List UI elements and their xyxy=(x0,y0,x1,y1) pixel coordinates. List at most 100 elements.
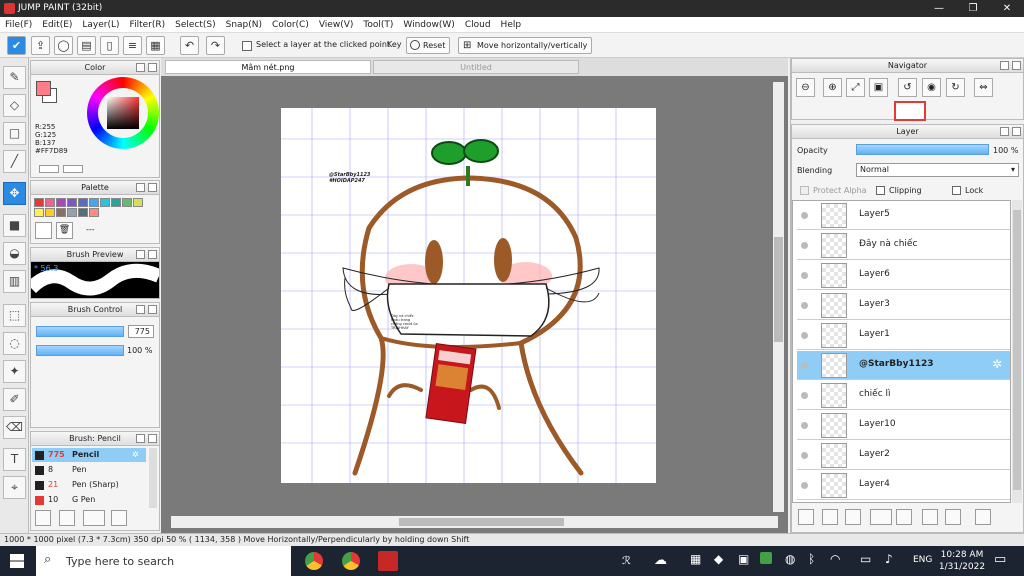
menu-view[interactable]: View(V) xyxy=(314,17,359,33)
palette-swatch[interactable] xyxy=(67,198,77,207)
panel-float-icon[interactable] xyxy=(1000,127,1009,136)
layer-opacity-slider[interactable] xyxy=(856,144,989,155)
select-layer-checkbox[interactable] xyxy=(242,41,252,51)
panel-float-icon[interactable] xyxy=(1000,61,1009,70)
new-raster-layer-icon[interactable] xyxy=(822,509,838,525)
palette-swatch[interactable] xyxy=(122,198,132,207)
layer-row[interactable]: Layer10 xyxy=(797,411,1010,440)
gradient-tool-icon[interactable]: ▥ xyxy=(3,270,26,293)
palette-swatch[interactable] xyxy=(133,198,143,207)
minimize-button[interactable]: — xyxy=(922,0,956,17)
brush-add-icon[interactable] xyxy=(35,510,51,526)
taskbar-search[interactable]: ⌕ Type here to search xyxy=(36,546,291,576)
folder-icon[interactable] xyxy=(896,509,912,525)
people-icon[interactable]: ℛ xyxy=(622,554,631,567)
tray-icon-3[interactable]: ▣ xyxy=(738,552,749,566)
panel-close-icon[interactable] xyxy=(148,250,157,259)
drawing-canvas[interactable]: @StarBby1123 #HOIDAP247 Đây nà chiếc khẩ… xyxy=(281,108,656,483)
volume-icon[interactable]: ♪ xyxy=(885,552,893,566)
cloud-icon[interactable]: ☁ xyxy=(654,553,667,568)
language-indicator[interactable]: ENG xyxy=(913,555,932,565)
palette-swatch[interactable] xyxy=(45,198,55,207)
panel-close-icon[interactable] xyxy=(1012,61,1021,70)
layer-list-scrollbar[interactable] xyxy=(1012,200,1022,503)
eyedropper-tool-icon[interactable]: ⌖ xyxy=(3,476,26,499)
visibility-icon[interactable] xyxy=(801,332,808,339)
color-mode-button[interactable] xyxy=(39,165,59,173)
main-color-swatch[interactable] xyxy=(36,81,51,96)
panel-float-icon[interactable] xyxy=(136,63,145,72)
brush-item-pencil[interactable]: 775 Pencil ✲ xyxy=(32,448,146,462)
rotate-left-icon[interactable]: ↺ xyxy=(898,78,917,97)
lock-checkbox[interactable] xyxy=(952,186,961,195)
menu-tool[interactable]: Tool(T) xyxy=(358,17,398,33)
tray-icon-2[interactable]: ◆ xyxy=(714,552,723,566)
rect-select-tool-icon[interactable]: □ xyxy=(3,122,26,145)
add-layer-menu-icon[interactable] xyxy=(870,509,892,525)
visibility-icon[interactable] xyxy=(801,452,808,459)
export-icon[interactable]: ⇪ xyxy=(31,36,50,55)
menu-help[interactable]: Help xyxy=(496,17,527,33)
layer-row[interactable]: Đây nà chiếc xyxy=(797,231,1010,260)
panel-float-icon[interactable] xyxy=(136,250,145,259)
brush-list-scrollbar[interactable] xyxy=(149,448,157,508)
tab-untitled[interactable]: Untitled xyxy=(373,60,579,74)
eraser-tool-icon[interactable]: ◇ xyxy=(3,94,26,117)
menu-select[interactable]: Select(S) xyxy=(170,17,221,33)
bucket-tool-icon[interactable]: ◒ xyxy=(3,242,26,265)
blending-select[interactable]: Normal ▾ xyxy=(856,163,1019,177)
menu-filter[interactable]: Filter(R) xyxy=(125,17,171,33)
brush-size-slider[interactable] xyxy=(36,326,124,337)
saturation-value-box[interactable] xyxy=(107,97,139,129)
brush-item-g-pen[interactable]: 10 G Pen xyxy=(32,493,146,507)
windows-start-icon[interactable] xyxy=(10,554,24,568)
tray-icon-5[interactable]: ◍ xyxy=(785,552,795,566)
delete-layer-icon[interactable] xyxy=(975,509,991,525)
visibility-icon[interactable] xyxy=(801,422,808,429)
visibility-icon[interactable] xyxy=(801,362,808,369)
visibility-icon[interactable] xyxy=(801,272,808,279)
layer-row[interactable]: Layer6 xyxy=(797,261,1010,290)
panel-close-icon[interactable] xyxy=(148,63,157,72)
palette-swatch[interactable] xyxy=(45,208,55,217)
list-icon[interactable]: ≡ xyxy=(123,36,142,55)
new-palette-icon[interactable] xyxy=(35,222,52,239)
reset-button[interactable]: Reset xyxy=(406,37,451,54)
layer-row[interactable]: chiếc lì xyxy=(797,381,1010,410)
menu-edit[interactable]: Edit(E) xyxy=(37,17,77,33)
select-eraser-tool-icon[interactable]: ⌫ xyxy=(3,416,26,439)
fill-rect-tool-icon[interactable]: ■ xyxy=(3,214,26,237)
visibility-icon[interactable] xyxy=(801,242,808,249)
layer-row[interactable]: Layer4 xyxy=(797,471,1010,500)
brush-item-pen[interactable]: 8 Pen xyxy=(32,463,146,477)
brush-menu-icon[interactable] xyxy=(83,510,105,526)
text-tool-icon[interactable]: T xyxy=(3,448,26,471)
gear-icon[interactable]: ✲ xyxy=(992,357,1002,371)
protect-alpha-checkbox[interactable] xyxy=(800,186,809,195)
hue-ring[interactable] xyxy=(87,77,159,149)
palette-swatch[interactable] xyxy=(56,208,66,217)
undo-button[interactable]: ↶ xyxy=(180,36,199,55)
menu-snap[interactable]: Snap(N) xyxy=(221,17,267,33)
magic-wand-tool-icon[interactable]: ✦ xyxy=(3,360,26,383)
redo-button[interactable]: ↷ xyxy=(206,36,225,55)
lasso-tool-icon[interactable]: ◌ xyxy=(3,332,26,355)
move-direction-button[interactable]: ⊞ Move horizontally/vertically xyxy=(458,37,593,54)
flip-horizontal-icon[interactable]: ⇔ xyxy=(974,78,993,97)
actual-size-icon[interactable]: ▣ xyxy=(869,78,888,97)
color-mode-button-2[interactable] xyxy=(63,165,83,173)
layer-row[interactable]: Layer5 xyxy=(797,201,1010,230)
comment-icon[interactable]: ▤ xyxy=(77,36,96,55)
zoom-in-icon[interactable]: ⊕ xyxy=(823,78,842,97)
palette-swatch[interactable] xyxy=(111,198,121,207)
navigator-thumbnail[interactable] xyxy=(894,101,926,121)
jump-paint-taskbar-icon[interactable] xyxy=(378,551,398,571)
palette-swatch[interactable] xyxy=(78,208,88,217)
panel-float-icon[interactable] xyxy=(136,183,145,192)
bluetooth-icon[interactable]: ᛒ xyxy=(808,552,815,566)
maximize-button[interactable]: ❐ xyxy=(956,0,990,17)
chrome-icon[interactable] xyxy=(305,552,323,570)
move-tool-icon[interactable]: ✥ xyxy=(3,182,26,205)
reset-rotation-icon[interactable]: ◉ xyxy=(922,78,941,97)
clipping-checkbox[interactable] xyxy=(876,186,885,195)
